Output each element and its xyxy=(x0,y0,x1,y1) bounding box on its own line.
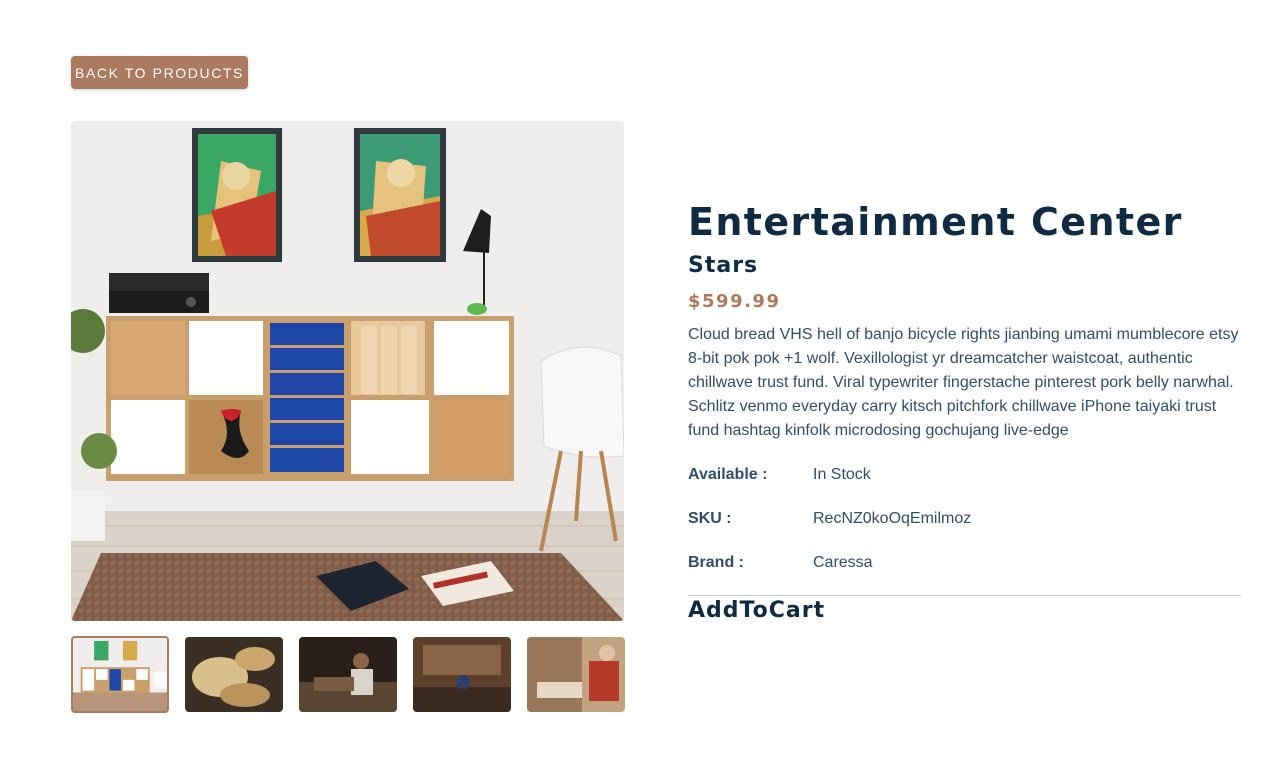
thumbnail-4[interactable] xyxy=(413,637,511,712)
brand-label: Brand : xyxy=(688,554,744,571)
sku-label: SKU : xyxy=(688,510,732,527)
product-info: Entertainment Center Stars $599.99 Cloud… xyxy=(688,196,1241,625)
thumbnail-1[interactable] xyxy=(71,636,169,713)
back-to-products-button[interactable]: BACK TO PRODUCTS xyxy=(71,56,248,89)
product-price: $599.99 xyxy=(688,291,781,312)
thumbnail-2[interactable] xyxy=(185,637,283,712)
sku-row: SKU : RecNZ0koOqEmilmoz xyxy=(688,507,1241,531)
availability-value: In Stock xyxy=(813,466,871,483)
thumbnail-3[interactable] xyxy=(299,637,397,712)
main-product-image xyxy=(71,121,624,621)
product-description: Cloud bread VHS hell of banjo bicycle ri… xyxy=(688,326,1239,439)
add-to-cart-button[interactable]: AddToCart xyxy=(688,597,825,625)
product-title: Entertainment Center xyxy=(688,200,1183,244)
availability-row: Available : In Stock xyxy=(688,463,1241,487)
thumbnail-gallery xyxy=(71,636,625,713)
brand-value: Caressa xyxy=(813,554,873,571)
product-company: Stars xyxy=(688,253,759,278)
brand-row: Brand : Caressa xyxy=(688,551,1241,575)
sku-value: RecNZ0koOqEmilmoz xyxy=(813,510,972,527)
availability-label: Available : xyxy=(688,466,768,483)
thumbnail-5[interactable] xyxy=(527,637,625,712)
divider xyxy=(688,595,1241,596)
